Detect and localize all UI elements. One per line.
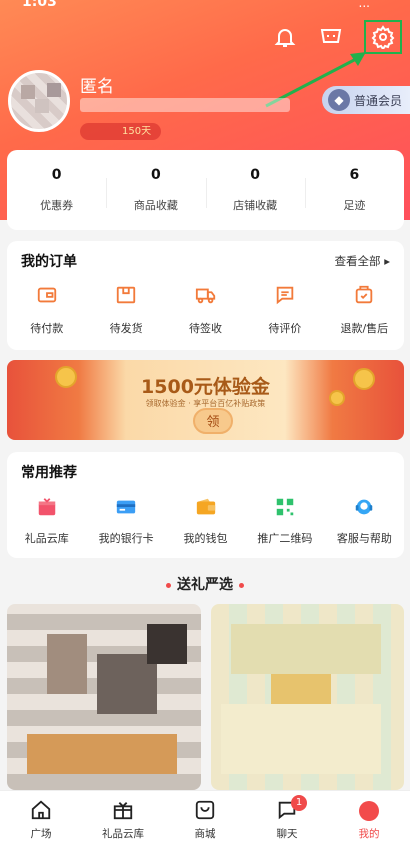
tab-me[interactable]: 我的 — [328, 791, 410, 853]
comment-icon — [276, 286, 294, 305]
recommend-qrcode[interactable]: 推广二维码 — [245, 496, 324, 546]
recommend-wallet[interactable]: 我的钱包 — [166, 496, 245, 546]
orders-title: 我的订单 — [21, 254, 77, 270]
promo-banner[interactable]: 1500元体验金 领取体验金 · 享平台百亿补贴政策 领 — [7, 360, 404, 440]
qrcode-icon — [276, 498, 294, 516]
order-label: 待付款 — [30, 322, 64, 335]
recommend-label: 推广二维码 — [257, 532, 313, 545]
home-icon — [31, 800, 51, 820]
stat-coupons[interactable]: 0 优惠券 — [7, 150, 106, 230]
recommend-title: 常用推荐 — [21, 465, 77, 481]
recommend-support[interactable]: 客服与帮助 — [325, 496, 404, 546]
truck-icon — [195, 288, 215, 304]
order-label: 待发货 — [109, 322, 143, 335]
product-card[interactable] — [211, 604, 404, 790]
headset-icon — [356, 499, 373, 515]
order-label: 退款/售后 — [340, 322, 389, 335]
tab-gift-library[interactable]: 礼品云库 — [82, 791, 164, 853]
wallet-icon — [37, 287, 56, 303]
redacted-image — [27, 734, 177, 774]
bottom-tab-bar: 广场 礼品云库 商城 1 聊天 我的 — [0, 790, 410, 853]
unread-badge: 1 — [291, 795, 307, 811]
stat-label: 商品收藏 — [133, 199, 178, 212]
tab-chat[interactable]: 1 聊天 — [246, 791, 328, 853]
recommend-label: 我的银行卡 — [98, 532, 154, 545]
order-pending-payment[interactable]: 待付款 — [7, 284, 86, 336]
stat-value: 0 — [250, 167, 260, 183]
triangle-right-icon: ▸ — [384, 254, 390, 268]
order-pending-receipt[interactable]: 待签收 — [166, 284, 245, 336]
box-icon — [116, 286, 136, 304]
recommend-gift-library[interactable]: 礼品云库 — [7, 496, 86, 546]
claim-button[interactable]: 领 — [193, 408, 233, 434]
redacted-image — [221, 704, 381, 774]
user-info-redacted — [80, 98, 290, 112]
orders-card: 我的订单 查看全部 ▸ 待付款 待发货 待签收 待评价 退款/售后 — [7, 241, 404, 350]
shopping-bag-icon — [195, 800, 215, 820]
settings-icon[interactable] — [370, 24, 396, 50]
tab-label: 商城 — [194, 828, 216, 840]
gift-icon — [38, 498, 55, 516]
order-label: 待评价 — [268, 322, 302, 335]
gift-section-label: 送礼严选 — [177, 577, 233, 593]
stat-favorite-goods[interactable]: 0 商品收藏 — [106, 150, 205, 230]
recommend-bank-card[interactable]: 我的银行卡 — [86, 496, 165, 546]
tab-square[interactable]: 广场 — [0, 791, 82, 853]
dot-icon — [166, 582, 171, 588]
return-icon — [356, 285, 373, 304]
dot-icon — [239, 582, 244, 588]
card-icon — [116, 500, 136, 514]
diamond-icon: ◆ — [328, 89, 350, 111]
stat-label: 优惠券 — [40, 199, 74, 212]
order-pending-review[interactable]: 待评价 — [245, 284, 324, 336]
order-pending-shipment[interactable]: 待发货 — [86, 284, 165, 336]
banner-title: 1500元体验金 — [141, 376, 270, 398]
redacted-image — [147, 624, 187, 664]
redacted-image — [231, 624, 381, 674]
product-card[interactable] — [7, 604, 201, 790]
member-level-badge[interactable]: ◆ 普通会员 — [322, 86, 410, 114]
status-time: 1:03 — [22, 0, 57, 10]
see-all-label: 查看全部 — [334, 254, 381, 268]
stat-label: 足迹 — [343, 199, 366, 212]
stat-value: 0 — [51, 167, 62, 183]
order-refund[interactable]: 退款/售后 — [325, 284, 404, 336]
tab-mall[interactable]: 商城 — [164, 791, 246, 853]
stat-label: 店铺收藏 — [233, 199, 278, 212]
tab-label: 聊天 — [276, 828, 298, 840]
redacted-image — [47, 634, 87, 694]
stats-card: 0 优惠券 0 商品收藏 0 店铺收藏 6 足迹 — [7, 150, 404, 230]
stat-history[interactable]: 6 足迹 — [304, 150, 404, 230]
recommend-label: 礼品云库 — [24, 532, 69, 545]
cart-icon[interactable] — [318, 24, 344, 50]
member-label: 普通会员 — [354, 93, 403, 108]
gift-section-title: 送礼严选 — [0, 574, 410, 594]
tab-label: 礼品云库 — [102, 828, 144, 840]
recommend-label: 客服与帮助 — [336, 532, 392, 545]
stat-value: 0 — [151, 167, 161, 183]
status-signal: ... — [358, 0, 370, 10]
see-all-link[interactable]: 查看全部 ▸ — [335, 253, 390, 269]
settings-highlight — [364, 20, 402, 54]
stat-favorite-shops[interactable]: 0 店铺收藏 — [205, 150, 305, 230]
tab-label: 我的 — [358, 828, 380, 840]
gift-icon — [113, 802, 133, 820]
stat-value: 6 — [349, 167, 360, 183]
redacted-image — [271, 674, 331, 704]
order-label: 待签收 — [189, 322, 223, 335]
recommend-label: 我的钱包 — [183, 532, 228, 545]
tab-label: 广场 — [30, 828, 52, 840]
status-bar: 1:03 ... — [0, 0, 410, 14]
wallet-icon — [196, 498, 215, 515]
profile-icon — [359, 801, 379, 821]
username: 匿名 — [80, 77, 114, 97]
avatar[interactable] — [8, 70, 70, 132]
days-badge: 150天 — [80, 123, 162, 140]
recommend-card: 常用推荐 礼品云库 我的银行卡 我的钱包 推广二维码 客服与帮助 — [7, 452, 404, 558]
bell-icon[interactable] — [272, 24, 298, 50]
